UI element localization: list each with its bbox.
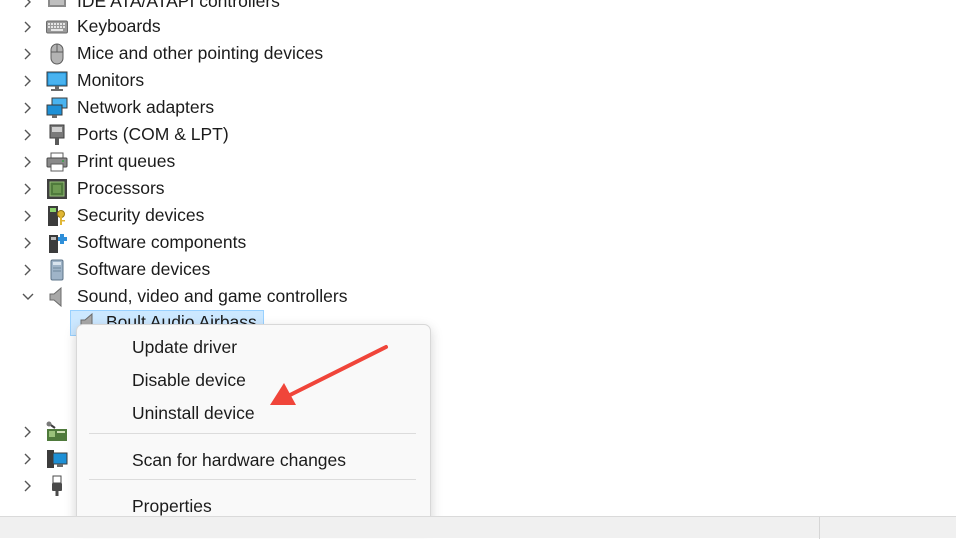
status-bar bbox=[0, 516, 956, 539]
status-bar-divider bbox=[819, 517, 820, 539]
annotation-arrow-icon bbox=[270, 345, 388, 405]
